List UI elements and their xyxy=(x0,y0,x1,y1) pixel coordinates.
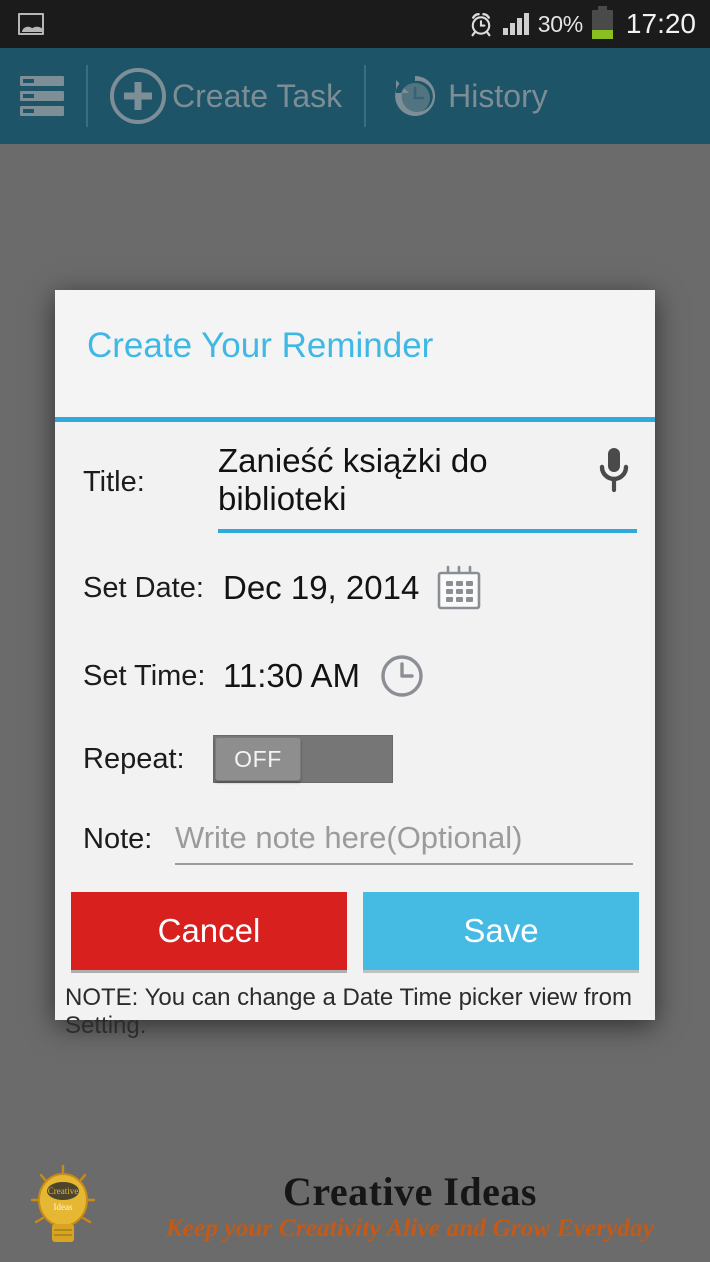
note-input-placeholder: Write note here(Optional) xyxy=(175,820,523,855)
title-input[interactable]: Zanieść książki do biblioteki xyxy=(218,431,637,533)
dialog-body: Title: Zanieść książki do biblioteki Set… xyxy=(55,422,655,878)
lightbulb-logo-icon: Creative Ideas xyxy=(8,1160,118,1256)
save-button[interactable]: Save xyxy=(363,892,639,970)
set-time-value: 11:30 AM xyxy=(223,657,360,694)
svg-text:Ideas: Ideas xyxy=(54,1202,73,1212)
set-time-label: Set Time: xyxy=(83,659,206,692)
watermark-title: Creative Ideas xyxy=(283,1169,537,1215)
create-task-button[interactable]: Create Task xyxy=(88,48,364,144)
title-label: Title: xyxy=(83,465,145,498)
battery-percent-label: 30% xyxy=(537,10,583,37)
clock-icon[interactable] xyxy=(378,652,426,700)
history-button[interactable]: History xyxy=(366,48,570,144)
status-bar-left xyxy=(0,13,44,35)
title-input-value: Zanieść książki do biblioteki xyxy=(218,441,488,517)
repeat-row: Repeat: OFF xyxy=(71,718,639,800)
alarm-clock-icon xyxy=(468,11,494,37)
note-input[interactable]: Write note here(Optional) xyxy=(175,813,633,865)
list-menu-icon xyxy=(20,76,64,116)
watermark-branding: Creative Ideas Creative Ideas Keep your … xyxy=(0,1160,710,1256)
note-label: Note: xyxy=(83,822,153,855)
dialog-button-row: Cancel Save xyxy=(55,878,655,970)
create-reminder-dialog: Create Your Reminder Title: Zanieść ksią… xyxy=(55,290,655,1039)
set-date-row[interactable]: Set Date: Dec 19, 2014 xyxy=(71,542,639,634)
svg-text:Creative: Creative xyxy=(48,1186,79,1196)
dialog-header: Create Your Reminder xyxy=(55,290,655,417)
status-bar: 30% 17:20 xyxy=(0,0,710,48)
watermark-tagline: Keep your Creativity Alive and Grow Ever… xyxy=(165,1215,655,1243)
plus-circle-icon xyxy=(110,68,166,124)
cancel-button[interactable]: Cancel xyxy=(71,892,347,970)
set-date-label: Set Date: xyxy=(83,571,204,604)
history-label: History xyxy=(448,77,548,114)
dialog-footer-note: NOTE: You can change a Date Time picker … xyxy=(65,984,632,1039)
title-row: Title: Zanieść książki do biblioteki xyxy=(71,422,639,542)
status-bar-right: 30% 17:20 xyxy=(468,5,710,40)
set-date-value: Dec 19, 2014 xyxy=(223,569,420,606)
repeat-toggle-state: OFF xyxy=(234,745,282,772)
app-toolbar: Create Task History xyxy=(0,48,710,144)
microphone-icon[interactable] xyxy=(597,445,631,497)
calendar-icon[interactable] xyxy=(435,565,483,611)
create-task-label: Create Task xyxy=(172,77,343,114)
repeat-toggle-thumb: OFF xyxy=(215,737,301,781)
repeat-label: Repeat: xyxy=(83,742,185,775)
watermark-text: Creative Ideas Keep your Creativity Aliv… xyxy=(118,1171,710,1244)
note-row: Note: Write note here(Optional) xyxy=(71,800,639,878)
set-time-row[interactable]: Set Time: 11:30 AM xyxy=(71,634,639,718)
dialog-title: Create Your Reminder xyxy=(87,326,434,365)
history-clock-icon xyxy=(388,69,442,123)
menu-button[interactable] xyxy=(0,76,86,116)
repeat-toggle[interactable]: OFF xyxy=(213,735,393,783)
battery-icon xyxy=(591,5,613,39)
signal-bars-icon xyxy=(502,13,529,35)
screenshot-image-icon xyxy=(18,13,44,35)
status-bar-clock: 17:20 xyxy=(625,8,696,39)
